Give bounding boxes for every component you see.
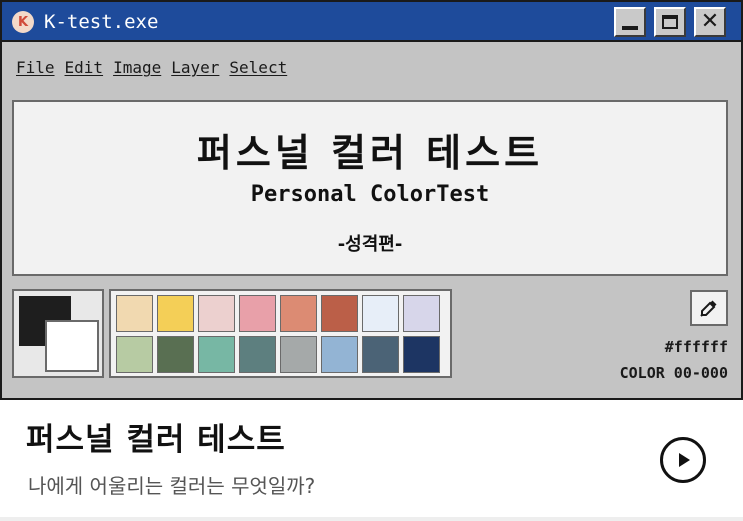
menu-edit[interactable]: Edit [65, 58, 104, 77]
palette-swatch[interactable] [198, 336, 235, 373]
canvas-subtitle: Personal ColorTest [250, 182, 490, 207]
maximize-button[interactable] [654, 7, 686, 37]
eyedropper-icon [700, 300, 717, 317]
app-logo-icon: K [12, 11, 34, 33]
palette-swatch[interactable] [157, 295, 194, 332]
card-subtitle: 나에게 어울리는 컬러는 무엇일까? [28, 474, 316, 498]
window-title: K-test.exe [44, 11, 159, 33]
minimize-icon [622, 26, 638, 30]
menu-file[interactable]: File [16, 58, 55, 77]
palette-swatch[interactable] [403, 295, 440, 332]
close-button[interactable]: ✕ [694, 7, 726, 37]
background-color-swatch[interactable] [45, 320, 99, 372]
canvas-title: 퍼스널 컬러 테스트 [196, 131, 544, 175]
palette-swatch[interactable] [362, 336, 399, 373]
canvas-panel: 퍼스널 컬러 테스트 Personal ColorTest -성격편- [12, 100, 728, 276]
minimize-button[interactable] [614, 7, 646, 37]
palette-swatch[interactable] [362, 295, 399, 332]
palette-swatch[interactable] [198, 295, 235, 332]
divider [0, 517, 743, 521]
play-icon [679, 453, 690, 467]
maximize-icon [662, 15, 678, 29]
palette-swatch[interactable] [116, 295, 153, 332]
color-selector [12, 289, 104, 378]
app-logo-letter: K [17, 14, 29, 30]
palette-swatch[interactable] [280, 295, 317, 332]
menu-image[interactable]: Image [113, 58, 161, 77]
hex-value: #ffffff [664, 338, 728, 356]
color-code: COLOR 00-000 [619, 364, 728, 382]
close-icon: ✕ [700, 9, 720, 34]
menu-select[interactable]: Select [229, 58, 287, 77]
color-palette [109, 289, 452, 378]
palette-swatch[interactable] [157, 336, 194, 373]
eyedropper-button[interactable] [690, 290, 728, 326]
palette-swatch[interactable] [321, 295, 358, 332]
card-title: 퍼스널 컬러 테스트 [26, 422, 286, 458]
palette-swatch[interactable] [239, 336, 276, 373]
palette-swatch[interactable] [321, 336, 358, 373]
menu-bar: File Edit Image Layer Select [16, 58, 287, 77]
canvas-tag: -성격편- [337, 234, 403, 255]
palette-swatch[interactable] [403, 336, 440, 373]
palette-swatch[interactable] [280, 336, 317, 373]
play-button[interactable] [660, 437, 706, 483]
menu-layer[interactable]: Layer [171, 58, 219, 77]
palette-swatch[interactable] [116, 336, 153, 373]
palette-swatch[interactable] [239, 295, 276, 332]
title-bar[interactable]: K K-test.exe ✕ [2, 2, 741, 42]
